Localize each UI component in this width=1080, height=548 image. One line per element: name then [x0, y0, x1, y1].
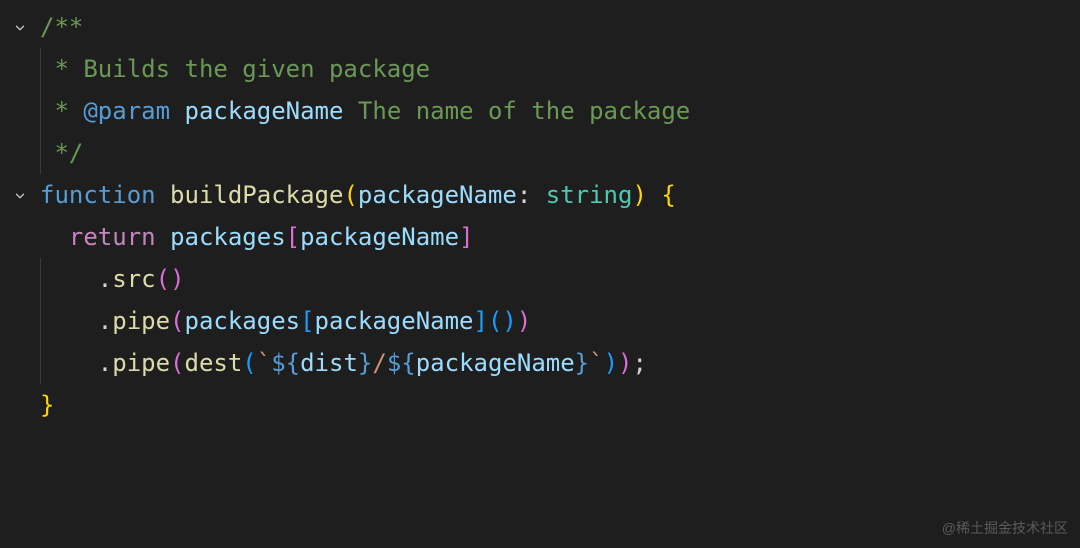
- watermark-text: @稀土掘金技术社区: [942, 516, 1068, 541]
- token: buildPackage: [170, 181, 343, 209]
- token: ): [170, 265, 184, 293]
- indent-guide: [40, 90, 41, 132]
- token: .: [98, 265, 112, 293]
- token: ): [604, 349, 618, 377]
- token: {: [661, 181, 675, 209]
- token: ]: [459, 223, 473, 251]
- token: .: [98, 349, 112, 377]
- code-line[interactable]: }: [0, 384, 1080, 426]
- token: /: [372, 349, 386, 377]
- token: ${: [387, 349, 416, 377]
- token: (: [488, 307, 502, 335]
- fold-gutter[interactable]: [0, 174, 40, 188]
- token: *: [40, 97, 83, 125]
- token: ): [517, 307, 531, 335]
- token: ${: [271, 349, 300, 377]
- token: * Builds the given package: [40, 55, 430, 83]
- indent: [40, 349, 98, 377]
- token: packageName: [185, 97, 344, 125]
- code-content[interactable]: return packages[packageName]: [40, 216, 1080, 258]
- indent: [40, 223, 69, 251]
- code-content[interactable]: .src(): [40, 258, 1080, 300]
- indent-guide: [40, 132, 41, 174]
- token: [156, 223, 170, 251]
- token: }: [40, 391, 54, 419]
- token: (: [170, 307, 184, 335]
- token: dist: [300, 349, 358, 377]
- token: ): [632, 181, 646, 209]
- indent-guide: [40, 258, 41, 300]
- token: (: [170, 349, 184, 377]
- token: The name of the package: [343, 97, 690, 125]
- code-content[interactable]: function buildPackage(packageName: strin…: [40, 174, 1080, 216]
- token: pipe: [112, 307, 170, 335]
- indent: [40, 307, 98, 335]
- token: ): [618, 349, 632, 377]
- token: ): [502, 307, 516, 335]
- code-line[interactable]: /**: [0, 6, 1080, 48]
- indent: [40, 265, 98, 293]
- code-content[interactable]: * Builds the given package: [40, 48, 1080, 90]
- token: :: [517, 181, 546, 209]
- chevron-down-icon[interactable]: [13, 174, 27, 188]
- indent-guide: [40, 300, 41, 342]
- token: [156, 181, 170, 209]
- token: [: [286, 223, 300, 251]
- token: pipe: [112, 349, 170, 377]
- token: ]: [474, 307, 488, 335]
- code-content[interactable]: /**: [40, 6, 1080, 48]
- code-line[interactable]: * Builds the given package: [0, 48, 1080, 90]
- token: `: [257, 349, 271, 377]
- token: ;: [632, 349, 646, 377]
- token: return: [69, 223, 156, 251]
- indent-guide: [40, 48, 41, 90]
- code-line[interactable]: */: [0, 132, 1080, 174]
- fold-gutter[interactable]: [0, 6, 40, 20]
- indent-guide: [40, 342, 41, 384]
- token: }: [358, 349, 372, 377]
- code-line[interactable]: .pipe(dest(`${dist}/${packageName}`));: [0, 342, 1080, 384]
- code-editor[interactable]: /** * Builds the given package * @param …: [0, 6, 1080, 426]
- code-line[interactable]: function buildPackage(packageName: strin…: [0, 174, 1080, 216]
- code-content[interactable]: */: [40, 132, 1080, 174]
- token: packageName: [416, 349, 575, 377]
- code-content[interactable]: .pipe(dest(`${dist}/${packageName}`));: [40, 342, 1080, 384]
- token: (: [156, 265, 170, 293]
- token: .: [98, 307, 112, 335]
- code-content[interactable]: }: [40, 384, 1080, 426]
- token: (: [343, 181, 357, 209]
- token: */: [40, 139, 83, 167]
- token: src: [112, 265, 155, 293]
- token: packages: [170, 223, 286, 251]
- token: `: [589, 349, 603, 377]
- chevron-down-icon[interactable]: [13, 6, 27, 20]
- code-line[interactable]: return packages[packageName]: [0, 216, 1080, 258]
- token: function: [40, 181, 156, 209]
- token: /**: [40, 13, 83, 41]
- token: [: [300, 307, 314, 335]
- token: }: [575, 349, 589, 377]
- code-content[interactable]: .pipe(packages[packageName]()): [40, 300, 1080, 342]
- code-content[interactable]: * @param packageName The name of the pac…: [40, 90, 1080, 132]
- code-line[interactable]: .src(): [0, 258, 1080, 300]
- token: packageName: [358, 181, 517, 209]
- token: packageName: [315, 307, 474, 335]
- token: dest: [185, 349, 243, 377]
- token: packages: [185, 307, 301, 335]
- token: packageName: [300, 223, 459, 251]
- token: [647, 181, 661, 209]
- code-line[interactable]: * @param packageName The name of the pac…: [0, 90, 1080, 132]
- token: @param: [83, 97, 170, 125]
- token: [170, 97, 184, 125]
- code-line[interactable]: .pipe(packages[packageName]()): [0, 300, 1080, 342]
- token: string: [546, 181, 633, 209]
- token: (: [242, 349, 256, 377]
